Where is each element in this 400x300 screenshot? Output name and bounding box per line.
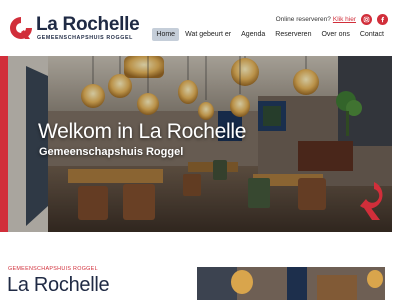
- hero-subtitle: Gemeenschapshuis Roggel: [39, 146, 184, 158]
- nav-item-reserveren[interactable]: Reserveren: [271, 28, 315, 41]
- nav-item-contact[interactable]: Contact: [356, 28, 388, 41]
- main-nav: Home Wat gebeurt er Agenda Reserveren Ov…: [150, 26, 388, 42]
- section-photo-image: [197, 267, 385, 300]
- site-logo[interactable]: La Rochelle GEMEENSCHAPSHUIS ROGGEL: [8, 13, 140, 43]
- hero-banner: Welkom in La Rochelle Gemeenschapshuis R…: [8, 56, 392, 232]
- nav-item-over-ons[interactable]: Over ons: [317, 28, 353, 41]
- section-eyebrow: GEMEENSCHAPSHUIS ROGGEL: [8, 266, 98, 272]
- nav-item-wat-gebeurt-er[interactable]: Wat gebeurt er: [181, 28, 235, 41]
- logo-mark-icon: [10, 17, 32, 39]
- logo-subtitle: GEMEENSCHAPSHUIS ROGGEL: [37, 35, 133, 41]
- nav-item-agenda[interactable]: Agenda: [237, 28, 269, 41]
- nav-item-home[interactable]: Home: [152, 27, 180, 41]
- accent-stripe: [0, 56, 8, 232]
- top-bar: Online reserveren? Klik hier: [276, 12, 388, 26]
- reserve-prompt: Online reserveren?: [275, 15, 331, 23]
- instagram-icon[interactable]: [361, 13, 372, 25]
- facebook-icon[interactable]: [377, 13, 388, 25]
- section-photo: [197, 267, 385, 300]
- hero-photo: [8, 56, 392, 232]
- site-header: La Rochelle GEMEENSCHAPSHUIS ROGGEL Onli…: [0, 0, 400, 56]
- reserve-link[interactable]: Klik hier: [333, 16, 356, 23]
- hero-title: Welkom in La Rochelle: [38, 120, 247, 143]
- logo-title: La Rochelle: [36, 14, 140, 35]
- section-title: La Rochelle: [7, 274, 110, 296]
